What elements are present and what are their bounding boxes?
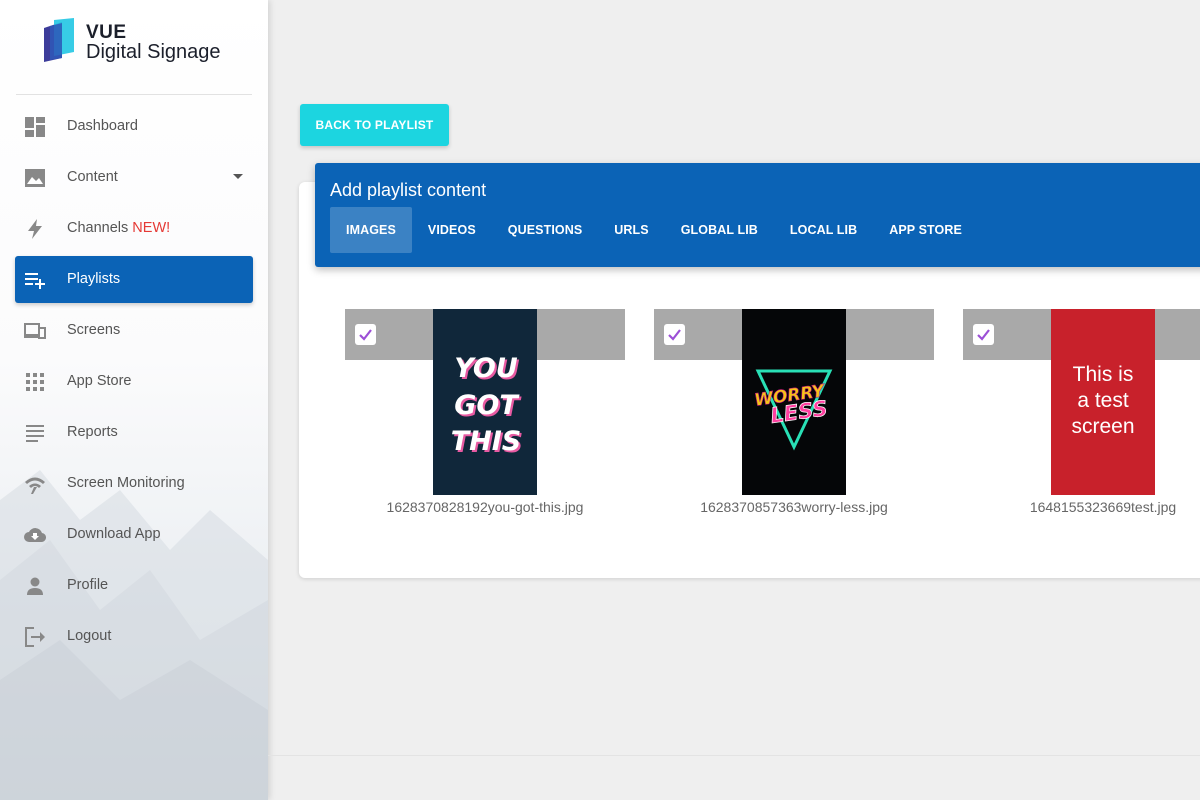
sidebar-item-profile[interactable]: Profile — [15, 562, 253, 609]
sidebar-item-label: Logout — [67, 628, 112, 644]
sidebar-nav: Dashboard Content Channels NEW! Playlist… — [15, 103, 253, 664]
panel-header: Add playlist content IMAGES VIDEOS QUEST… — [315, 163, 1200, 267]
sidebar: VUE Digital Signage Dashboard Content Ch… — [0, 0, 268, 800]
image-item[interactable]: This is a test screen 1648155323669test.… — [963, 309, 1200, 519]
image-icon — [25, 169, 45, 187]
sidebar-item-label: Reports — [67, 424, 118, 440]
thumb-text: THIS — [451, 426, 522, 457]
tab-images[interactable]: IMAGES — [330, 207, 412, 253]
test-screen-thumbnail: This is a test screen — [1051, 309, 1155, 495]
sidebar-item-label: Download App — [67, 526, 161, 542]
sidebar-item-label: Playlists — [67, 271, 121, 287]
sidebar-item-label: Profile — [67, 577, 109, 593]
sidebar-item-label: Screen Monitoring — [67, 475, 185, 491]
tab-videos[interactable]: VIDEOS — [412, 207, 492, 253]
lightning-icon — [28, 219, 42, 239]
item-filename: 1628370857363worry-less.jpg — [700, 499, 888, 515]
sidebar-item-channels[interactable]: Channels NEW! — [15, 205, 253, 252]
tab-local-lib[interactable]: LOCAL LIB — [774, 207, 873, 253]
person-icon — [27, 577, 43, 595]
sidebar-item-screens[interactable]: Screens — [15, 307, 253, 354]
chevron-down-icon[interactable] — [233, 174, 243, 179]
sidebar-item-label: App Store — [67, 373, 132, 389]
thumb-text: screen — [1071, 415, 1134, 438]
thumb-text: This is — [1073, 363, 1134, 386]
sidebar-divider — [16, 94, 252, 95]
tab-app-store[interactable]: APP STORE — [873, 207, 978, 253]
panel-title: Add playlist content — [330, 180, 487, 200]
devices-icon — [24, 323, 46, 339]
logo-mark-icon — [44, 18, 74, 62]
content-tabs: IMAGES VIDEOS QUESTIONS URLS GLOBAL LIB … — [330, 207, 978, 253]
playlist-add-icon — [25, 273, 45, 289]
tab-global-lib[interactable]: GLOBAL LIB — [665, 207, 774, 253]
apps-grid-icon — [26, 373, 44, 391]
signal-icon — [25, 477, 45, 494]
worry-less-thumbnail: WORRY LESS — [742, 309, 846, 495]
tab-urls[interactable]: URLS — [598, 207, 664, 253]
check-icon — [668, 329, 681, 341]
sidebar-item-dashboard[interactable]: Dashboard — [15, 103, 253, 150]
dashboard-icon — [25, 117, 45, 137]
you-got-this-thumbnail: YOU YOU GOT GOT THIS THIS — [433, 309, 537, 495]
logout-icon — [25, 627, 45, 647]
image-thumbnail[interactable]: WORRY LESS — [742, 309, 846, 495]
sidebar-item-label: Channels NEW! — [67, 220, 170, 236]
new-badge: NEW! — [132, 220, 171, 236]
brand-subtitle: Digital Signage — [86, 41, 221, 63]
channels-label: Channels — [67, 220, 129, 236]
item-filename: 1628370828192you-got-this.jpg — [386, 499, 584, 515]
item-checkbox[interactable] — [973, 324, 994, 345]
brand-logo[interactable]: VUE Digital Signage — [40, 16, 240, 66]
sidebar-item-label: Screens — [67, 322, 121, 338]
sidebar-item-content[interactable]: Content — [15, 154, 253, 201]
reports-icon — [26, 425, 44, 442]
image-thumbnail[interactable]: This is a test screen — [1051, 309, 1155, 495]
sidebar-item-logout[interactable]: Logout — [15, 613, 253, 660]
sidebar-item-download-app[interactable]: Download App — [15, 511, 253, 558]
sidebar-item-screen-monitoring[interactable]: Screen Monitoring — [15, 460, 253, 507]
item-checkbox[interactable] — [355, 324, 376, 345]
footer-divider — [268, 755, 1200, 756]
cloud-download-icon — [24, 528, 46, 543]
sidebar-item-label: Content — [67, 169, 118, 185]
thumb-text: YOU — [454, 353, 518, 384]
image-item[interactable]: YOU YOU GOT GOT THIS THIS 1628370828192y… — [345, 309, 625, 519]
sidebar-item-app-store[interactable]: App Store — [15, 358, 253, 405]
check-icon — [977, 329, 990, 341]
check-icon — [359, 329, 372, 341]
sidebar-item-label: Dashboard — [67, 118, 138, 134]
back-to-playlist-button[interactable]: BACK TO PLAYLIST — [300, 104, 449, 146]
sidebar-item-playlists[interactable]: Playlists — [15, 256, 253, 303]
tab-questions[interactable]: QUESTIONS — [492, 207, 599, 253]
thumb-text: a test — [1077, 389, 1129, 412]
image-thumbnail[interactable]: YOU YOU GOT GOT THIS THIS — [433, 309, 537, 495]
thumb-text: GOT — [454, 390, 520, 421]
image-item[interactable]: WORRY LESS 1628370857363worry-less.jpg — [654, 309, 934, 519]
item-filename: 1648155323669test.jpg — [1029, 499, 1177, 515]
sidebar-item-reports[interactable]: Reports — [15, 409, 253, 456]
item-checkbox[interactable] — [664, 324, 685, 345]
